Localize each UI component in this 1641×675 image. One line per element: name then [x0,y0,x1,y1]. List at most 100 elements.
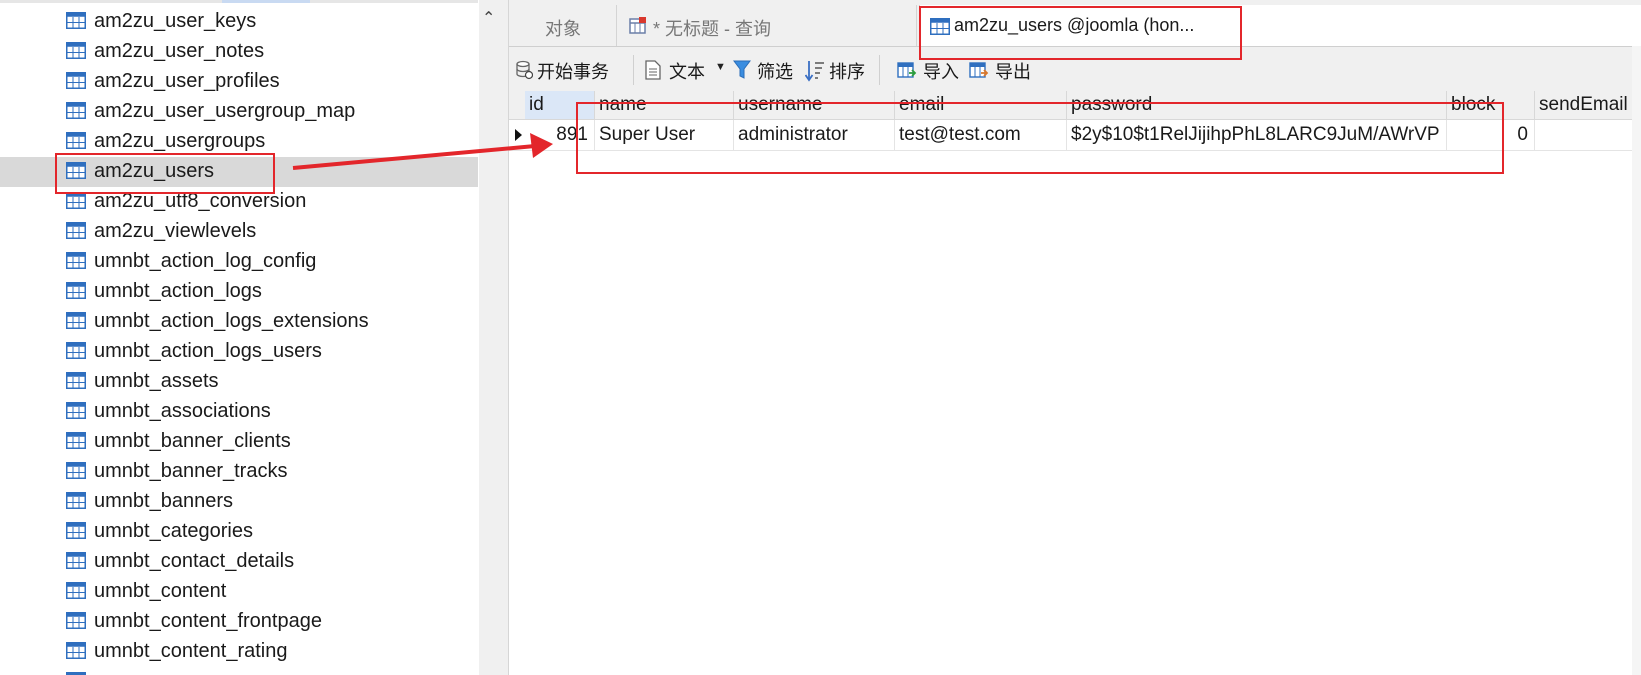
tree-item-umnbt_contact_details[interactable]: umnbt_contact_details [0,547,478,577]
tree-item-umnbt_associations[interactable]: umnbt_associations [0,397,478,427]
cell-sendEmail[interactable] [1535,120,1641,150]
table-icon [66,42,86,64]
export-label: 导出 [995,62,1031,82]
chevron-down-icon[interactable]: ▼ [715,61,726,73]
tree-item-am2zu_user_usergroup_map[interactable]: am2zu_user_usergroup_map [0,97,478,127]
tree-item-umnbt_action_logs_users[interactable]: umnbt_action_logs_users [0,337,478,367]
tree-item-umnbt_banner_clients[interactable]: umnbt_banner_clients [0,427,478,457]
toolbar-separator [633,55,634,85]
tree-item-am2zu_users[interactable]: am2zu_users [0,157,478,187]
tree-item-label: am2zu_user_profiles [94,70,280,92]
tab-query-label: * 无标题 - 查询 [653,19,772,39]
table-icon [66,252,86,274]
table-icon [66,402,86,424]
tree-item-am2zu_usergroups[interactable]: am2zu_usergroups [0,127,478,157]
column-header-block[interactable]: block [1447,91,1535,119]
tree-item-umnbt_categories[interactable]: umnbt_categories [0,517,478,547]
table-icon [66,642,86,664]
table-icon [66,282,86,304]
chevron-up-icon[interactable]: ⌃ [482,8,495,28]
tree-item-label: umnbt_content_frontpage [94,610,322,632]
tree-item-label: umnbt_content_rating [94,640,288,662]
export-button[interactable]: 导出 [969,57,1035,83]
cell-password[interactable]: $2y$10$t1RelJijihpPhL8LARC9JuM/AWrVP [1067,120,1447,150]
toolbar: 开始事务 文本 ▼ 筛选 排序 导入 导出 [509,47,1641,91]
document-icon [645,60,661,85]
column-header-id[interactable]: id [525,91,595,119]
cell-username[interactable]: administrator [734,120,895,150]
tree-item-label: umnbt_associations [94,400,271,422]
tree-item-umnbt_action_logs[interactable]: umnbt_action_logs [0,277,478,307]
table-row[interactable]: 891 Super User administrator test@test.com $… [509,120,1641,151]
table-tree: am2zu_user_keys am2zu_user_notes am2zu_use… [0,0,478,675]
text-label: 文本 [669,62,705,82]
tree-item-am2zu_user_notes[interactable]: am2zu_user_notes [0,37,478,67]
sort-icon [804,60,825,87]
tree-item-label: umnbt_action_logs_extensions [94,310,369,332]
column-header-email[interactable]: email [895,91,1067,119]
table-icon [66,312,86,334]
tree-item-partial[interactable] [0,667,478,675]
import-label: 导入 [923,62,959,82]
vertical-scrollbar[interactable] [1632,46,1641,675]
tab-am2zu-users[interactable]: am2zu_users @joomla (hon... [919,5,1641,46]
tree-item-umnbt_banner_tracks[interactable]: umnbt_banner_tracks [0,457,478,487]
table-icon [66,102,86,124]
table-icon [66,462,86,484]
begin-transaction-button[interactable]: 开始事务 [515,57,627,83]
table-icon [66,222,86,244]
tab-bar: 对象 * 无标题 - 查询 am2zu_users @joomla (hon..… [509,0,1641,47]
tree-item-umnbt_action_logs_extensions[interactable]: umnbt_action_logs_extensions [0,307,478,337]
tree-item-am2zu_utf8_conversion[interactable]: am2zu_utf8_conversion [0,187,478,217]
tree-item-am2zu_user_profiles[interactable]: am2zu_user_profiles [0,67,478,97]
tree-item-umnbt_assets[interactable]: umnbt_assets [0,367,478,397]
data-grid: id name username email password block sendEmai… [509,91,1641,675]
tree-item-label: am2zu_user_keys [94,10,257,32]
filter-button[interactable]: 筛选 [733,57,799,83]
tree-item-label: am2zu_user_notes [94,40,265,62]
tree-item-umnbt_content_frontpage[interactable]: umnbt_content_frontpage [0,607,478,637]
column-header-name[interactable]: name [595,91,734,119]
text-button[interactable]: 文本 ▼ [645,57,731,83]
tree-item-umnbt_content[interactable]: umnbt_content [0,577,478,607]
transaction-icon [515,60,534,85]
import-button[interactable]: 导入 [897,57,963,83]
begin-transaction-label: 开始事务 [537,62,609,82]
tab-objects-label: 对象 [545,19,581,39]
tab-users-label: am2zu_users @joomla (hon... [954,15,1195,35]
table-icon [66,582,86,604]
tree-item-am2zu_user_keys[interactable]: am2zu_user_keys [0,7,478,37]
grid-header: id name username email password block sendEmai… [509,91,1641,120]
table-icon [66,522,86,544]
tree-item-label: umnbt_banners [94,490,233,512]
tree-item-label: umnbt_banner_clients [94,430,291,452]
toolbar-separator [879,55,880,85]
tree-item-umnbt_banners[interactable]: umnbt_banners [0,487,478,517]
tree-item-label: umnbt_action_logs_users [94,340,322,362]
column-header-username[interactable]: username [734,91,895,119]
funnel-icon [733,60,751,85]
tree-item-am2zu_viewlevels[interactable]: am2zu_viewlevels [0,217,478,247]
column-header-password[interactable]: password [1067,91,1447,119]
cell-block[interactable]: 0 [1447,120,1535,150]
tab-query[interactable]: * 无标题 - 查询 [617,5,917,46]
tree-item-label: umnbt_contact_details [94,550,295,572]
sort-label: 排序 [829,62,865,82]
tree-top-scrollbar[interactable] [0,0,478,3]
column-header-sendEmail[interactable]: sendEmail [1535,91,1641,119]
tree-item-umnbt_action_log_config[interactable]: umnbt_action_log_config [0,247,478,277]
cell-id[interactable]: 891 [525,120,595,150]
tree-item-umnbt_content_rating[interactable]: umnbt_content_rating [0,637,478,667]
sort-button[interactable]: 排序 [804,57,871,83]
export-icon [969,60,989,85]
cell-name[interactable]: Super User [595,120,734,150]
cell-email[interactable]: test@test.com [895,120,1067,150]
table-icon [66,132,86,154]
table-icon [66,192,86,214]
tree-item-label: umnbt_banner_tracks [94,460,288,482]
pane-splitter[interactable] [479,0,509,675]
tree-item-label: am2zu_user_usergroup_map [94,100,356,122]
tab-objects[interactable]: 对象 [509,5,617,46]
table-icon [66,72,86,94]
row-pointer-icon [515,129,522,141]
